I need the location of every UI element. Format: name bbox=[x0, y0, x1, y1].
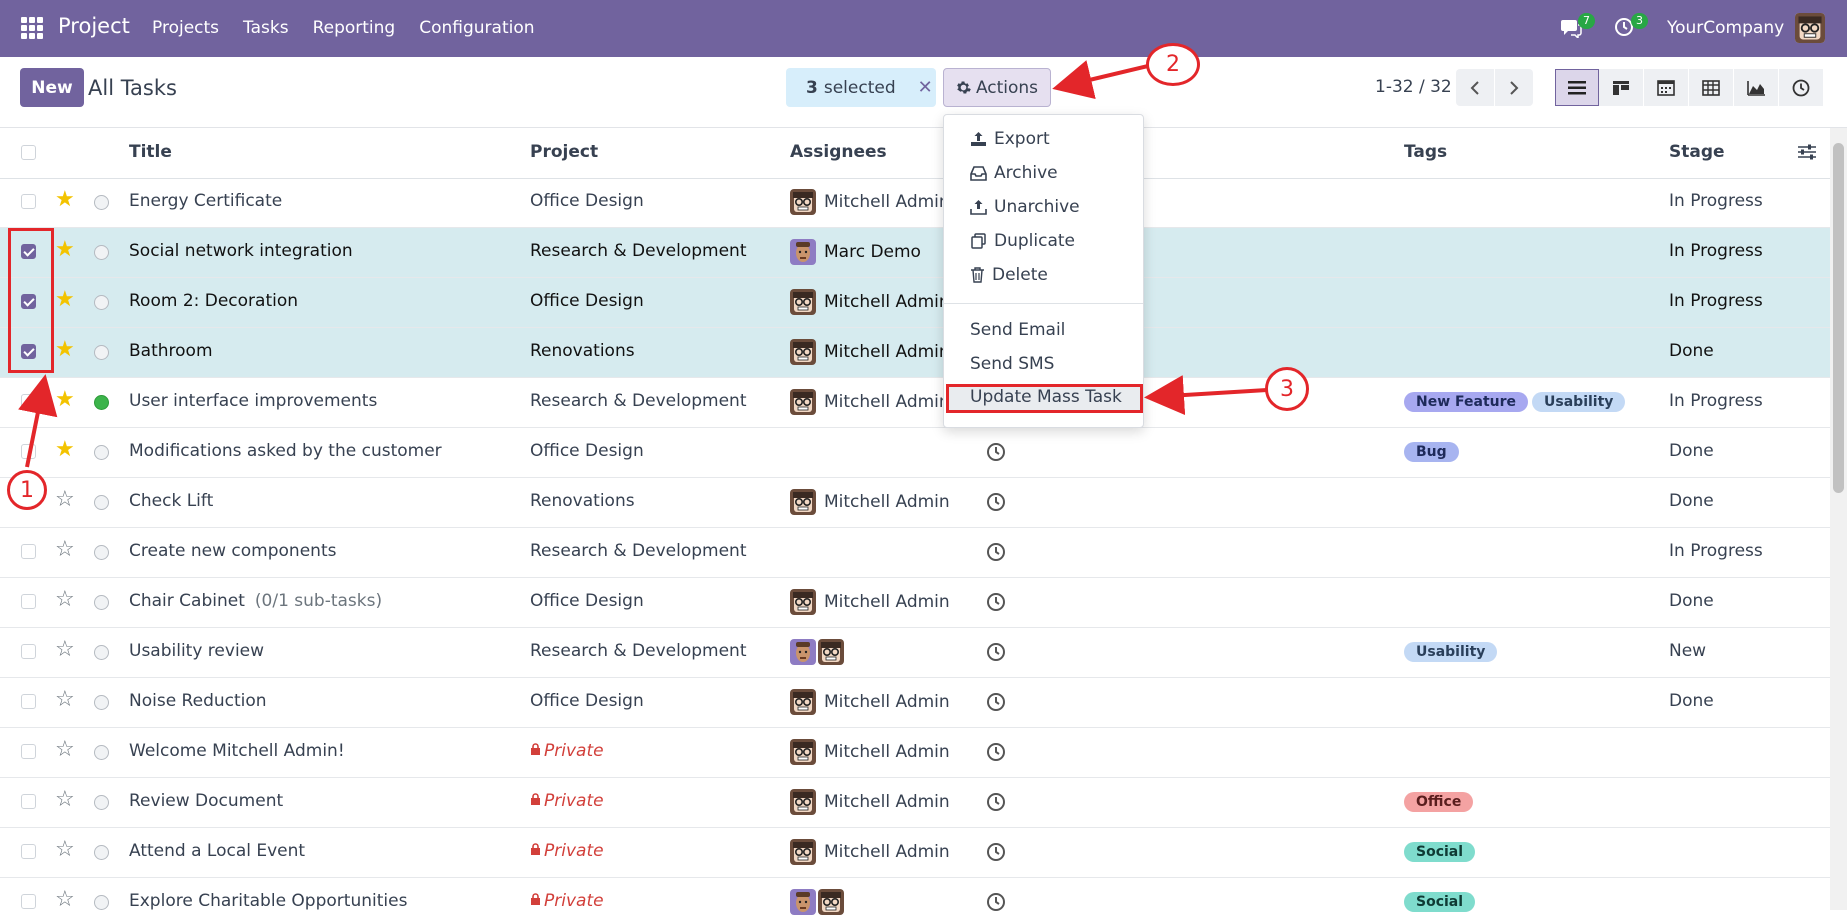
annotation-step-1: 1 bbox=[7, 470, 47, 510]
annotation-arrows bbox=[18, 60, 1268, 468]
annotation-step-2: 2 bbox=[1146, 43, 1200, 86]
annotation-step-3: 3 bbox=[1265, 367, 1309, 411]
